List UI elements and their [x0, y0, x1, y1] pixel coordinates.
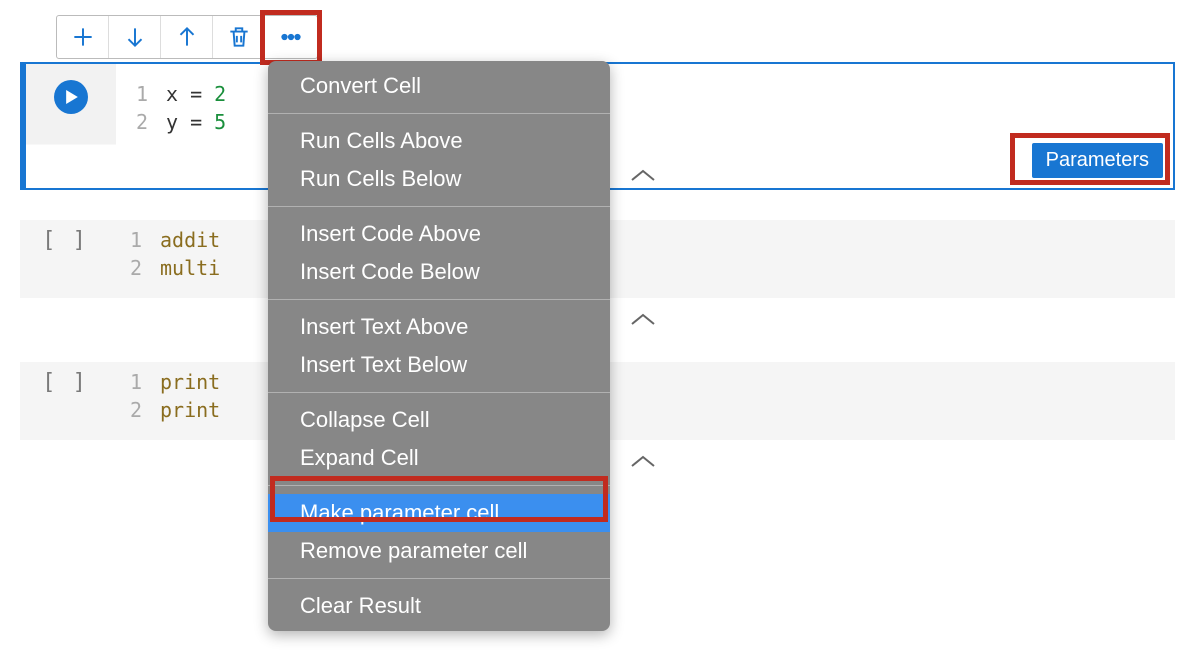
cell-prompt	[26, 64, 116, 188]
add-cell-button[interactable]	[57, 16, 109, 58]
line-number: 1	[116, 80, 148, 108]
menu-run-cells-above[interactable]: Run Cells Above	[268, 122, 610, 160]
execution-indicator: [ ]	[42, 370, 88, 440]
more-actions-menu: Convert Cell Run Cells Above Run Cells B…	[268, 61, 610, 631]
delete-cell-button[interactable]	[213, 16, 265, 58]
menu-separator	[268, 206, 610, 207]
line-number: 2	[110, 254, 142, 282]
chevron-up-icon[interactable]	[630, 164, 656, 190]
line-number: 2	[110, 396, 142, 424]
line-gutter: 1 2	[116, 64, 166, 188]
menu-run-cells-below[interactable]: Run Cells Below	[268, 160, 610, 198]
menu-insert-text-below[interactable]: Insert Text Below	[268, 346, 610, 384]
chevron-up-icon[interactable]	[630, 450, 656, 476]
menu-insert-code-above[interactable]: Insert Code Above	[268, 215, 610, 253]
execution-indicator: [ ]	[42, 228, 88, 298]
menu-insert-code-below[interactable]: Insert Code Below	[268, 253, 610, 291]
menu-expand-cell[interactable]: Expand Cell	[268, 439, 610, 477]
arrow-down-icon	[122, 24, 148, 50]
menu-insert-text-above[interactable]: Insert Text Above	[268, 308, 610, 346]
menu-separator	[268, 392, 610, 393]
line-number: 1	[110, 368, 142, 396]
chevron-up-icon[interactable]	[630, 308, 656, 334]
menu-make-parameter-cell[interactable]: Make parameter cell	[268, 494, 610, 532]
menu-separator	[268, 299, 610, 300]
menu-clear-result[interactable]: Clear Result	[268, 587, 610, 625]
arrow-up-icon	[174, 24, 200, 50]
menu-remove-parameter-cell[interactable]: Remove parameter cell	[268, 532, 610, 570]
menu-separator	[268, 113, 610, 114]
cell-prompt: [ ]	[20, 220, 110, 298]
play-icon	[65, 90, 79, 104]
more-actions-button[interactable]	[265, 16, 317, 58]
more-icon	[278, 24, 304, 50]
line-number: 1	[110, 226, 142, 254]
run-cell-button[interactable]	[54, 80, 88, 114]
parameters-tag: Parameters	[1032, 143, 1163, 178]
move-down-button[interactable]	[109, 16, 161, 58]
line-number: 2	[116, 108, 148, 136]
plus-icon	[70, 24, 96, 50]
cell-toolbar	[56, 15, 318, 59]
trash-icon	[226, 24, 252, 50]
move-up-button[interactable]	[161, 16, 213, 58]
cell-prompt: [ ]	[20, 362, 110, 440]
line-gutter: 1 2	[110, 362, 160, 440]
menu-separator	[268, 485, 610, 486]
menu-collapse-cell[interactable]: Collapse Cell	[268, 401, 610, 439]
line-gutter: 1 2	[110, 220, 160, 298]
menu-convert-cell[interactable]: Convert Cell	[268, 67, 610, 105]
menu-separator	[268, 578, 610, 579]
